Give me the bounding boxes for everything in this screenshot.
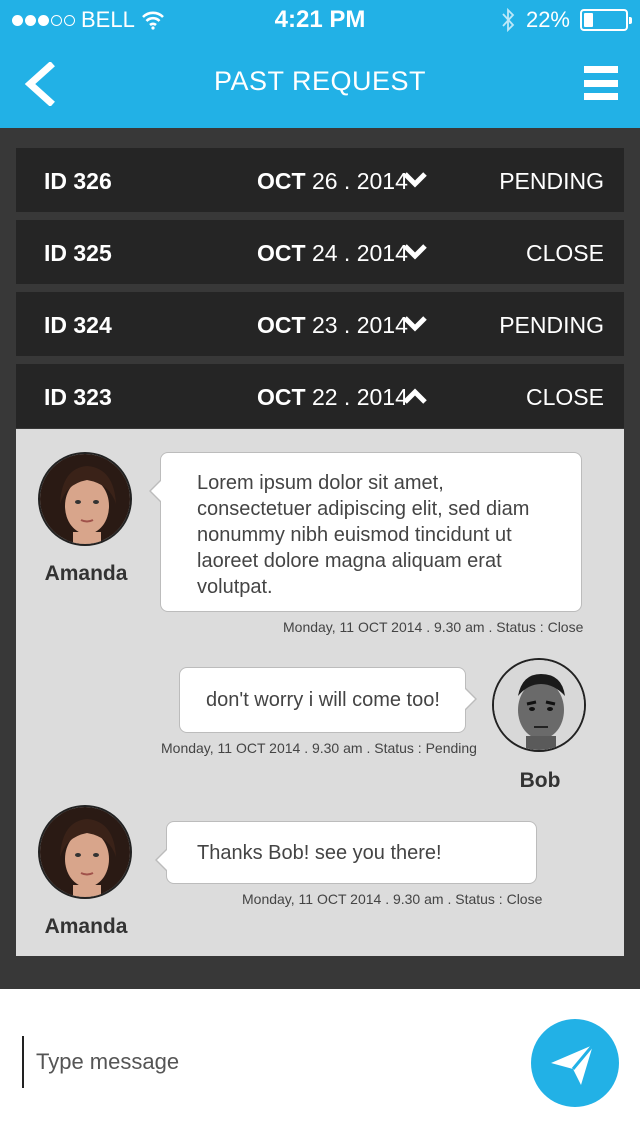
status-right: 22% [500, 7, 632, 33]
message-text: Thanks Bob! see you there! [197, 842, 442, 864]
message-bubble: Lorem ipsum dolor sit amet, consectetuer… [149, 452, 582, 612]
request-date: OCT 22 . 2014 [257, 384, 408, 410]
battery-icon [580, 9, 632, 31]
text-caret [22, 1036, 24, 1088]
message-input[interactable] [36, 1041, 496, 1083]
paper-plane-icon [551, 1044, 595, 1085]
top-bar: BELL 4:21 PM 22% PAST REQUEST [0, 0, 640, 128]
request-id: ID 326 [44, 168, 112, 194]
request-id: ID 323 [44, 384, 112, 410]
request-row[interactable]: ID 324 OCT 23 . 2014 PENDING [16, 292, 624, 356]
avatar[interactable] [38, 452, 132, 546]
request-row-expanded[interactable]: ID 323 OCT 22 . 2014 CLOSE [16, 364, 624, 428]
sender-name: Amanda [44, 562, 128, 585]
page-title: PAST REQUEST [213, 66, 427, 96]
message-meta: Monday, 11 OCT 2014 . 9.30 am . Status :… [242, 891, 543, 907]
female-avatar-icon [40, 454, 130, 544]
chevron-down-icon[interactable] [402, 242, 428, 262]
request-date: OCT 26 . 2014 [257, 168, 408, 194]
female-avatar-icon [40, 807, 130, 897]
request-date: OCT 23 . 2014 [257, 312, 408, 338]
message-composer [0, 989, 640, 1136]
avatar[interactable] [38, 805, 132, 899]
request-status: CLOSE [526, 384, 604, 410]
request-list: ID 326 OCT 26 . 2014 PENDING ID 325 OCT … [16, 148, 624, 428]
request-date: OCT 24 . 2014 [257, 240, 408, 266]
message-text: don't worry i will come too! [206, 689, 440, 711]
request-id: ID 325 [44, 240, 112, 266]
message-bubble: Thanks Bob! see you there! [155, 821, 537, 884]
status-bar: BELL 4:21 PM 22% [0, 0, 640, 40]
avatar[interactable] [492, 658, 586, 752]
male-avatar-icon [494, 660, 584, 750]
request-status: CLOSE [526, 240, 604, 266]
request-status: PENDING [499, 312, 604, 338]
message-bubble: don't worry i will come too! [179, 667, 477, 733]
chevron-down-icon[interactable] [402, 170, 428, 190]
sender-name: Bob [519, 769, 561, 792]
battery-percent: 22% [525, 7, 570, 32]
request-status: PENDING [499, 168, 604, 194]
message-meta: Monday, 11 OCT 2014 . 9.30 am . Status :… [283, 619, 584, 635]
hamburger-menu-button[interactable] [584, 66, 618, 100]
message-meta: Monday, 11 OCT 2014 . 9.30 am . Status :… [161, 740, 477, 756]
request-row[interactable]: ID 326 OCT 26 . 2014 PENDING [16, 148, 624, 212]
chevron-up-icon[interactable] [402, 386, 428, 406]
sender-name: Amanda [44, 915, 128, 938]
message-text: Lorem ipsum dolor sit amet, consectetuer… [197, 472, 530, 598]
bluetooth-icon [502, 7, 515, 33]
send-button[interactable] [531, 1019, 619, 1107]
request-row[interactable]: ID 325 OCT 24 . 2014 CLOSE [16, 220, 624, 284]
chevron-down-icon[interactable] [402, 314, 428, 334]
request-id: ID 324 [44, 312, 112, 338]
conversation-panel: Amanda Lorem ipsum dolor sit amet, conse… [16, 429, 624, 956]
